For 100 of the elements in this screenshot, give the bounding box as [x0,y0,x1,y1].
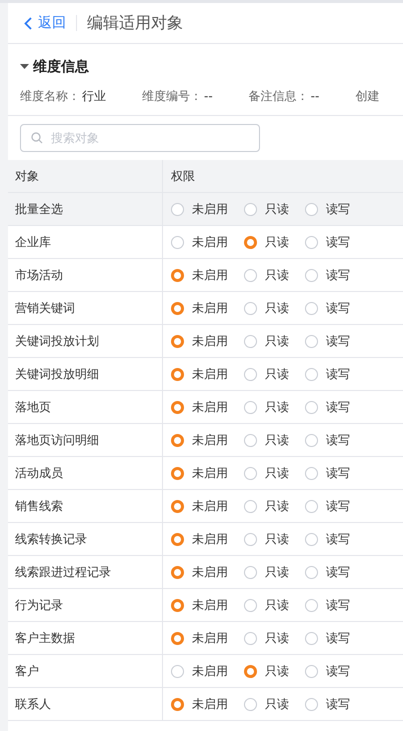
radio-button[interactable] [171,368,184,380]
permission-option[interactable]: 未启用 [171,398,228,416]
permission-option[interactable]: 只读 [244,234,289,250]
radio-button[interactable] [244,302,257,314]
radio-button[interactable] [244,400,257,414]
permission-option[interactable]: 读写 [305,200,350,218]
radio-button[interactable] [305,664,318,678]
radio-button[interactable] [305,334,318,348]
radio-button[interactable] [244,598,257,612]
permission-option[interactable]: 只读 [244,564,289,580]
radio-button[interactable] [171,632,184,644]
permission-option[interactable]: 未启用 [171,200,228,218]
permission-option[interactable]: 只读 [244,630,289,646]
permission-option[interactable]: 读写 [305,398,350,416]
permission-option[interactable]: 未启用 [171,332,228,350]
permission-option[interactable]: 只读 [244,530,289,548]
radio-button[interactable] [305,236,318,248]
permission-option[interactable]: 读写 [305,366,350,382]
radio-button[interactable] [244,532,257,546]
permission-option[interactable]: 读写 [305,332,350,350]
radio-button[interactable] [244,500,257,512]
permission-option[interactable]: 未启用 [171,596,228,614]
radio-button[interactable] [171,664,184,678]
permission-option[interactable]: 读写 [305,596,350,614]
radio-button[interactable] [171,334,184,348]
radio-button[interactable] [305,434,318,446]
permission-option[interactable]: 未启用 [171,630,228,646]
permission-option[interactable]: 读写 [305,696,350,712]
radio-button[interactable] [305,566,318,578]
permission-option[interactable]: 只读 [244,696,289,712]
radio-button[interactable] [305,400,318,414]
radio-button[interactable] [244,698,257,710]
radio-button[interactable] [244,334,257,348]
permission-option[interactable]: 读写 [305,464,350,482]
radio-button[interactable] [244,236,257,248]
permission-option[interactable]: 只读 [244,398,289,416]
radio-button[interactable] [171,400,184,414]
permission-option[interactable]: 未启用 [171,464,228,482]
collapse-caret-icon[interactable] [20,64,29,70]
radio-button[interactable] [305,302,318,314]
radio-button[interactable] [171,466,184,480]
permission-option[interactable]: 读写 [305,234,350,250]
permission-option[interactable]: 只读 [244,266,289,284]
permission-option[interactable]: 读写 [305,266,350,284]
radio-button[interactable] [305,532,318,546]
permission-option[interactable]: 未启用 [171,530,228,548]
radio-button[interactable] [171,302,184,314]
permission-option[interactable]: 只读 [244,498,289,514]
permission-option[interactable]: 未启用 [171,564,228,580]
radio-button[interactable] [244,566,257,578]
radio-button[interactable] [305,632,318,644]
permission-option[interactable]: 读写 [305,498,350,514]
permission-option[interactable]: 读写 [305,564,350,580]
radio-button[interactable] [305,268,318,282]
permission-option[interactable]: 读写 [305,630,350,646]
radio-button[interactable] [171,532,184,546]
radio-button[interactable] [171,202,184,216]
radio-button[interactable] [305,598,318,612]
permission-option[interactable]: 只读 [244,300,289,316]
radio-button[interactable] [171,598,184,612]
radio-button[interactable] [244,664,257,678]
permission-option[interactable]: 只读 [244,464,289,482]
radio-button[interactable] [171,236,184,248]
section-title: 维度信息 [33,58,89,76]
back-link[interactable]: 返回 [24,15,77,31]
radio-button[interactable] [305,698,318,710]
permission-option[interactable]: 只读 [244,432,289,448]
permission-option[interactable]: 只读 [244,366,289,382]
permission-option[interactable]: 未启用 [171,266,228,284]
radio-button[interactable] [171,500,184,512]
radio-button[interactable] [305,368,318,380]
radio-button[interactable] [171,268,184,282]
radio-button[interactable] [305,202,318,216]
permission-option[interactable]: 未启用 [171,498,228,514]
radio-button[interactable] [305,500,318,512]
radio-button[interactable] [171,566,184,578]
radio-button[interactable] [244,632,257,644]
permission-option[interactable]: 未启用 [171,662,228,680]
permission-option[interactable]: 读写 [305,300,350,316]
radio-button[interactable] [171,434,184,446]
permission-option[interactable]: 只读 [244,662,289,680]
radio-button[interactable] [171,698,184,710]
search-field[interactable]: 搜索对象 [20,124,260,152]
radio-button[interactable] [244,368,257,380]
permission-option[interactable]: 未启用 [171,300,228,316]
permission-option[interactable]: 读写 [305,530,350,548]
permission-option[interactable]: 未启用 [171,432,228,448]
radio-button[interactable] [244,466,257,480]
permission-option[interactable]: 只读 [244,332,289,350]
permission-option[interactable]: 只读 [244,596,289,614]
permission-option[interactable]: 读写 [305,662,350,680]
radio-button[interactable] [244,434,257,446]
permission-option[interactable]: 未启用 [171,696,228,712]
radio-button[interactable] [305,466,318,480]
radio-button[interactable] [244,202,257,216]
permission-option[interactable]: 未启用 [171,366,228,382]
permission-option[interactable]: 只读 [244,200,289,218]
radio-button[interactable] [244,268,257,282]
permission-option[interactable]: 未启用 [171,234,228,250]
permission-option[interactable]: 读写 [305,432,350,448]
